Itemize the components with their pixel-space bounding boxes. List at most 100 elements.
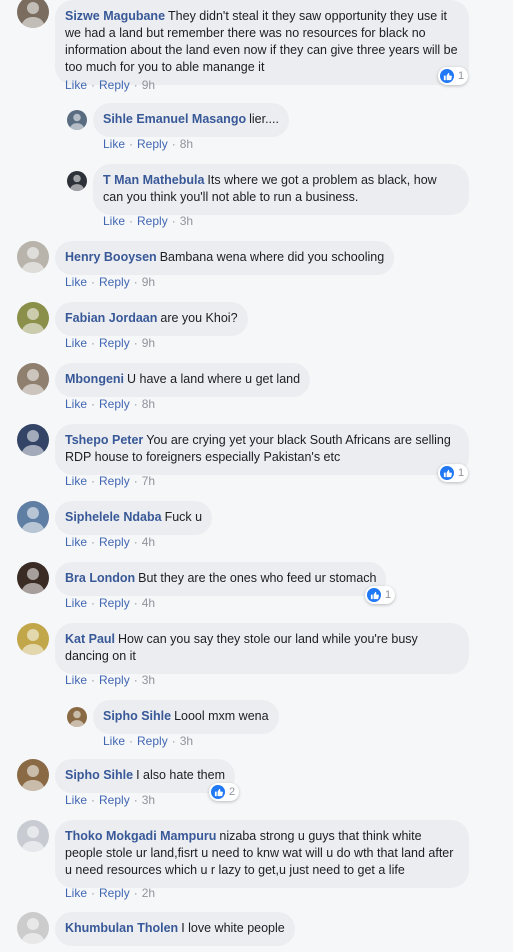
comment-bubble: Sipho Sihle I also hate them	[55, 759, 236, 793]
avatar[interactable]	[17, 424, 49, 456]
avatar[interactable]	[17, 0, 49, 28]
like-reaction-icon	[440, 466, 454, 480]
like-link[interactable]: Like	[65, 886, 87, 900]
comment-author[interactable]: Kat Paul	[65, 632, 115, 646]
comment-author[interactable]: Mbongeni	[65, 372, 124, 386]
comment-item: Thoko Mokgadi Mampuru nizaba strong u guy…	[17, 820, 477, 902]
reply-link[interactable]: Reply	[99, 275, 130, 289]
comment-author[interactable]: Sipho Sihle	[103, 709, 171, 723]
like-link[interactable]: Like	[103, 137, 125, 151]
reply-link[interactable]: Reply	[99, 673, 130, 687]
comment-time[interactable]: 3h	[142, 793, 155, 807]
like-link[interactable]: Like	[103, 214, 125, 228]
avatar[interactable]	[67, 707, 87, 727]
avatar[interactable]	[17, 623, 49, 655]
like-link[interactable]: Like	[65, 673, 87, 687]
comment-bubble: Khumbulan Tholen I love white people	[55, 912, 295, 946]
comment-time[interactable]: 8h	[180, 137, 193, 151]
reply-item: Sipho Sihle Loool mxm wena Like · Reply · 3h	[67, 700, 307, 750]
comment-time[interactable]: 8h	[142, 397, 155, 411]
comment-author[interactable]: Sihle Emanuel Masango	[103, 112, 246, 126]
comment-time[interactable]: 2h	[142, 886, 155, 900]
like-link[interactable]: Like	[65, 336, 87, 350]
comment-time[interactable]: 3h	[142, 673, 155, 687]
reply-link[interactable]: Reply	[137, 137, 168, 151]
comment-author[interactable]: Thoko Mokgadi Mampuru	[65, 829, 216, 843]
avatar[interactable]	[17, 912, 49, 944]
reaction-count[interactable]: 2	[209, 783, 240, 801]
comment-author[interactable]: Tshepo Peter	[65, 433, 143, 447]
comment-actions: Like · Reply · 9h	[65, 78, 156, 92]
comment-author[interactable]: Sizwe Magubane	[65, 9, 165, 23]
like-reaction-icon	[211, 785, 225, 799]
comment-bubble: Sipho Sihle Loool mxm wena	[93, 700, 279, 734]
comment-author[interactable]: T Man Mathebula	[103, 173, 204, 187]
reply-link[interactable]: Reply	[137, 734, 168, 748]
comment-author[interactable]: Henry Booysen	[65, 250, 157, 264]
avatar[interactable]	[17, 562, 49, 594]
comment-bubble: Fabian Jordaan are you Khoi?	[55, 302, 248, 336]
reply-link[interactable]: Reply	[99, 336, 130, 350]
comment-author[interactable]: Khumbulan Tholen	[65, 921, 178, 935]
like-link[interactable]: Like	[103, 734, 125, 748]
comment-text: Loool mxm wena	[174, 709, 269, 723]
reply-link[interactable]: Reply	[99, 535, 130, 549]
avatar[interactable]	[17, 820, 49, 852]
comment-text: I love white people	[181, 921, 285, 935]
comment-bubble: Bra London But they are the ones who feed…	[55, 562, 387, 596]
comment-actions: Like · Reply · 8h	[103, 137, 194, 151]
like-link[interactable]: Like	[65, 275, 87, 289]
like-link[interactable]: Like	[65, 397, 87, 411]
avatar[interactable]	[17, 759, 49, 791]
comment-author[interactable]: Bra London	[65, 571, 135, 585]
avatar[interactable]	[67, 110, 87, 130]
comment-text: I also hate them	[136, 768, 226, 782]
reply-link[interactable]: Reply	[99, 78, 130, 92]
comment-actions: Like · Reply · 2h	[65, 886, 156, 900]
avatar[interactable]	[17, 302, 49, 334]
comment-author[interactable]: Fabian Jordaan	[65, 311, 157, 325]
comment-bubble: Sihle Emanuel Masango lier....	[93, 103, 289, 137]
reaction-count[interactable]: 1	[365, 586, 396, 604]
comment-time[interactable]: 3h	[180, 214, 193, 228]
comment-item: Bra London But they are the ones who feed…	[17, 562, 477, 612]
reply-link[interactable]: Reply	[99, 596, 130, 610]
comment-text: are you Khoi?	[160, 311, 238, 325]
comment-time[interactable]: 7h	[142, 474, 155, 488]
reaction-count[interactable]: 1	[438, 67, 469, 85]
like-link[interactable]: Like	[65, 474, 87, 488]
avatar[interactable]	[17, 241, 49, 273]
reply-link[interactable]: Reply	[99, 474, 130, 488]
reply-link[interactable]: Reply	[99, 397, 130, 411]
avatar[interactable]	[67, 171, 87, 191]
comment-time[interactable]: 9h	[142, 336, 155, 350]
comment-time[interactable]: 4h	[142, 535, 155, 549]
comment-time[interactable]: 9h	[142, 78, 155, 92]
comment-bubble: Tshepo Peter You are crying yet your blac…	[55, 424, 469, 475]
like-reaction-icon	[440, 69, 454, 83]
comment-time[interactable]: 4h	[142, 596, 155, 610]
comment-text: U have a land where u get land	[127, 372, 301, 386]
reply-link[interactable]: Reply	[99, 793, 130, 807]
like-link[interactable]: Like	[65, 78, 87, 92]
comment-time[interactable]: 3h	[180, 734, 193, 748]
like-link[interactable]: Like	[65, 535, 87, 549]
comment-item: Sizwe Magubane They didn't steal it they …	[17, 0, 477, 94]
avatar[interactable]	[17, 501, 49, 533]
comment-actions: Like · Reply · 7h	[65, 474, 156, 488]
comment-author[interactable]: Siphelele Ndaba	[65, 510, 162, 524]
reply-link[interactable]: Reply	[137, 214, 168, 228]
reply-item: Sihle Emanuel Masango lier.... Like · Reply…	[67, 103, 307, 153]
reaction-count[interactable]: 1	[438, 464, 469, 482]
avatar[interactable]	[17, 363, 49, 395]
like-link[interactable]: Like	[65, 793, 87, 807]
comment-time[interactable]: 9h	[142, 275, 155, 289]
comment-text: But they are the ones who feed ur stomac…	[138, 571, 377, 585]
comment-item: Kat Paul How can you say they stole our l…	[17, 623, 477, 689]
reply-link[interactable]: Reply	[99, 886, 130, 900]
like-link[interactable]: Like	[65, 596, 87, 610]
comment-author[interactable]: Sipho Sihle	[65, 768, 133, 782]
comment-text: Fuck u	[164, 510, 203, 524]
comment-item: Mbongeni U have a land where u get land L…	[17, 363, 477, 413]
comment-bubble: T Man Mathebula Its where we got a proble…	[93, 164, 469, 215]
